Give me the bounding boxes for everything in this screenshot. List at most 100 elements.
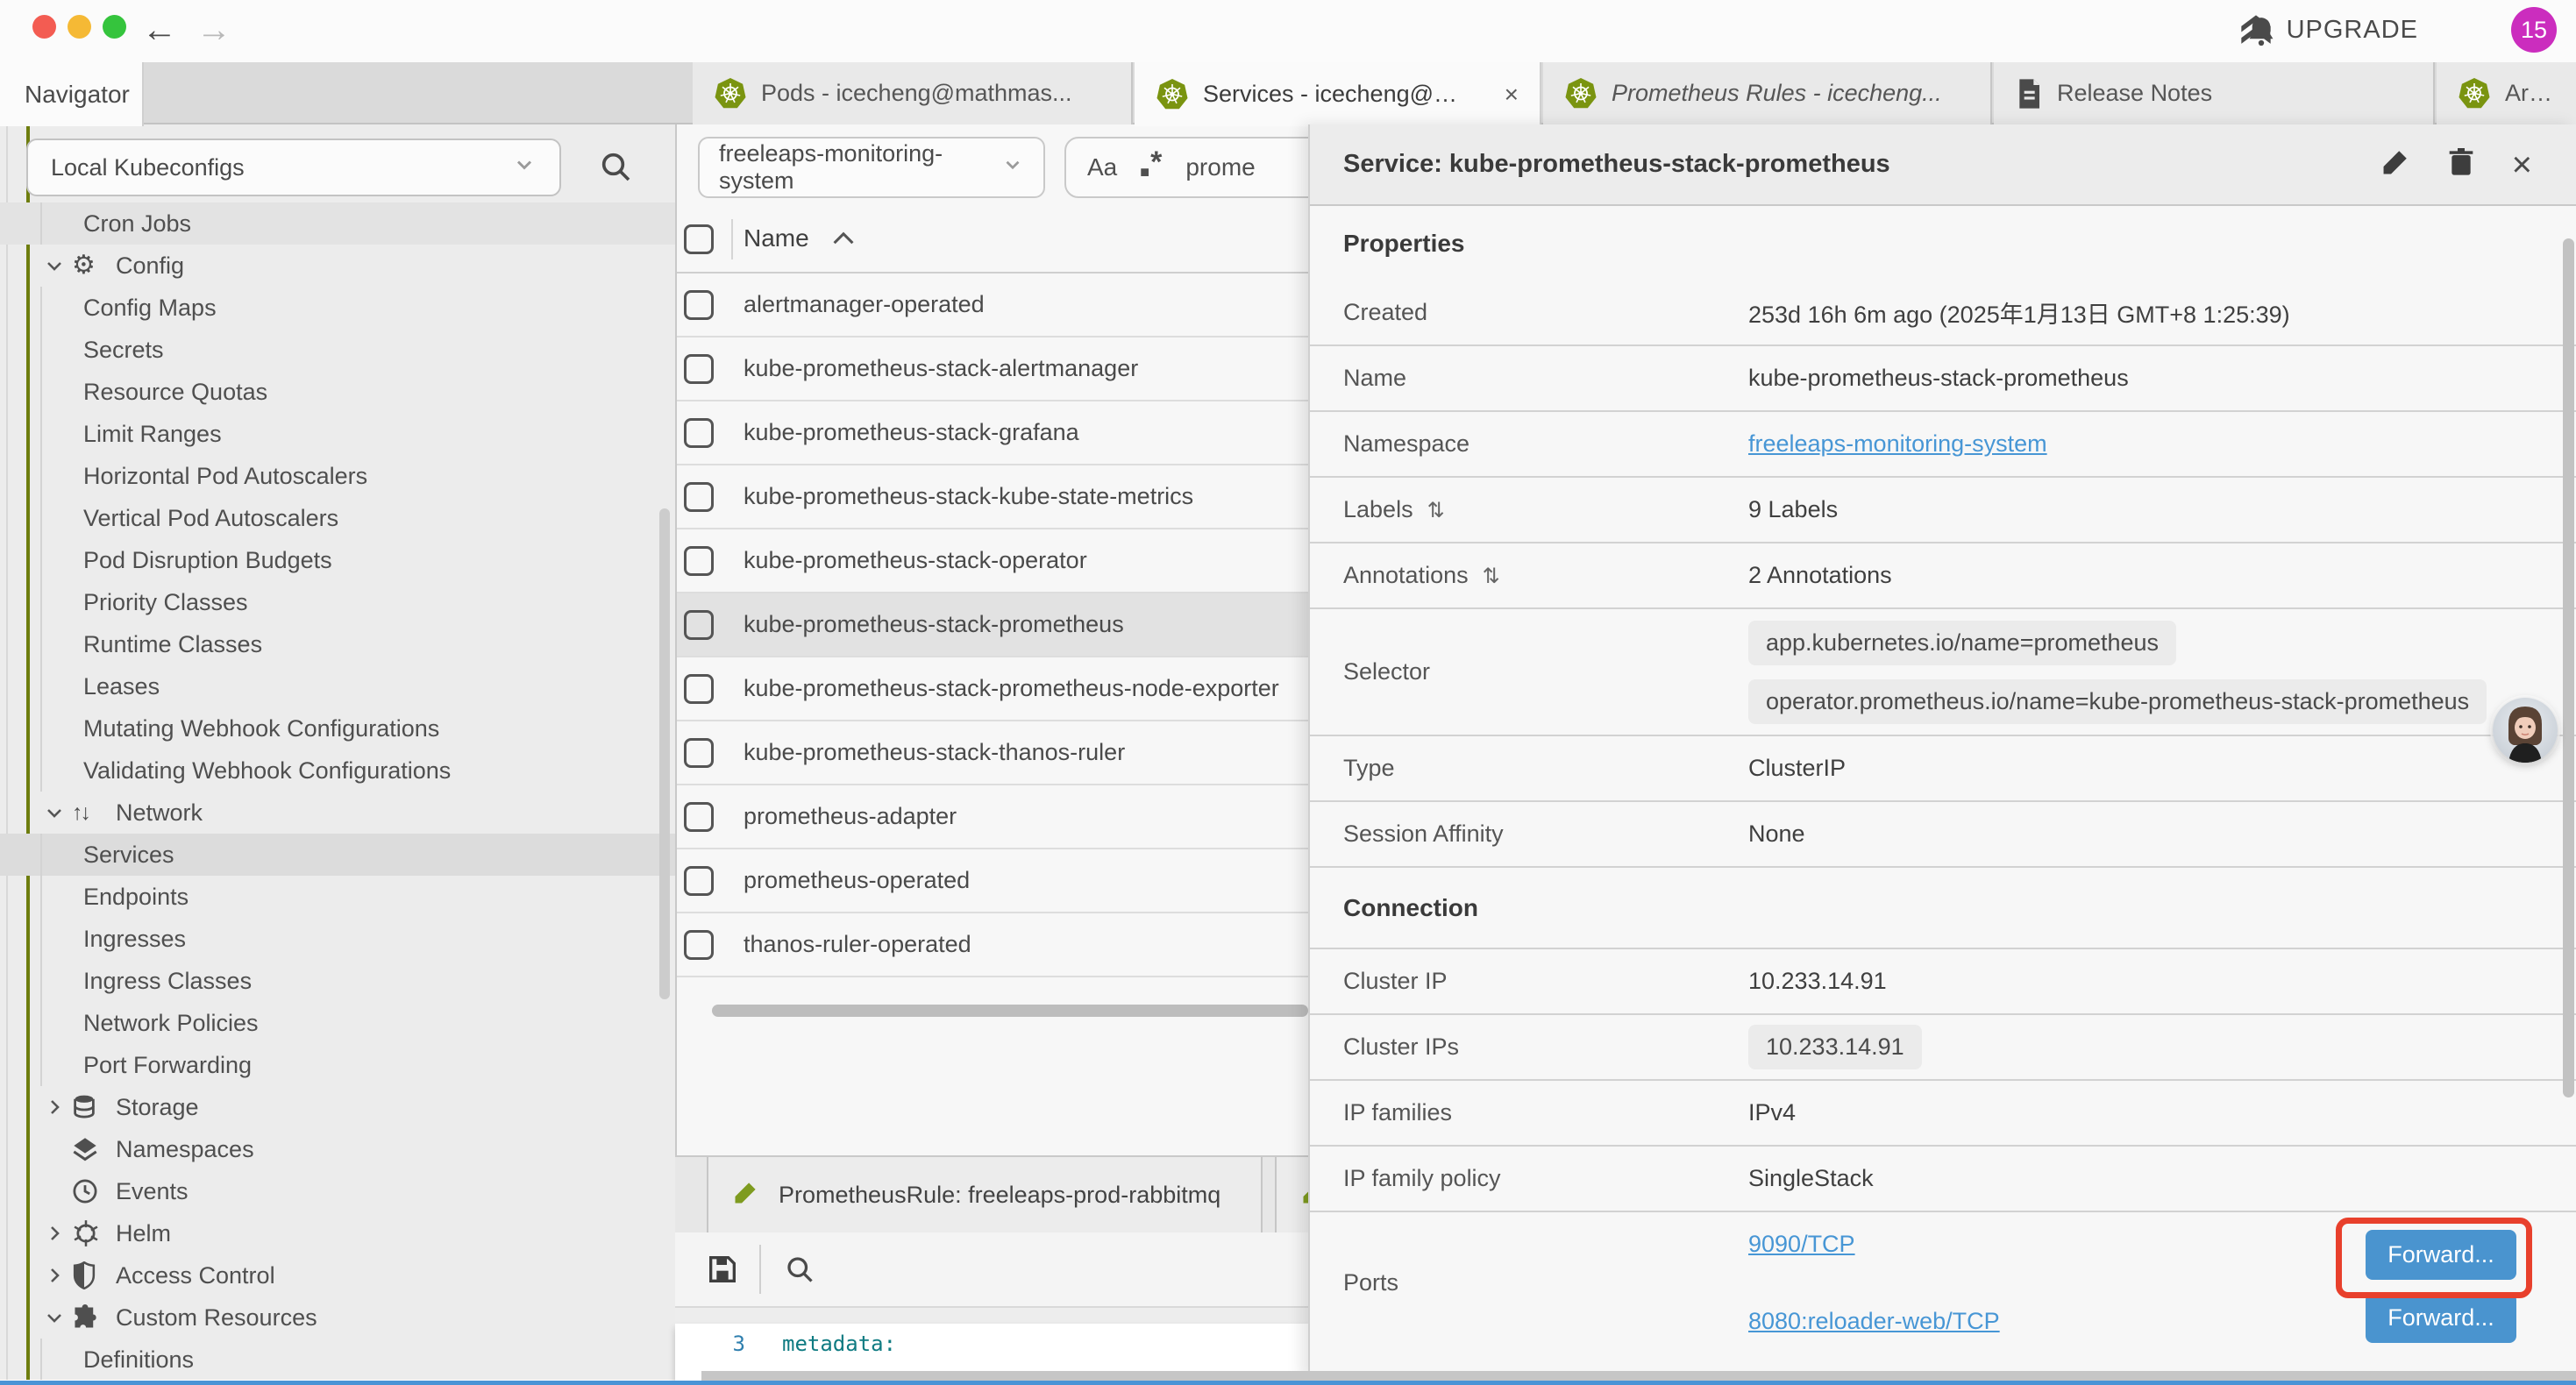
details-value-text: 2 Annotations [1748, 562, 1892, 589]
sidebar-item-label: Storage [116, 1094, 199, 1121]
traffic-light-zoom[interactable] [103, 15, 126, 39]
name-column-header[interactable]: Name [744, 224, 855, 252]
regex-toggle[interactable]: ■* [1140, 151, 1163, 185]
row-checkbox[interactable] [684, 290, 714, 320]
kubeconfig-selector[interactable]: Local Kubeconfigs [26, 138, 561, 196]
sidebar-item-vertical-pod-autoscalers[interactable]: Vertical Pod Autoscalers [0, 497, 675, 539]
navigator-pane-tab[interactable]: Navigator [0, 62, 144, 126]
sidebar-item-cron-jobs[interactable]: Cron Jobs [0, 202, 675, 245]
details-label: Cluster IP [1310, 949, 1748, 1013]
sidebar-item-runtime-classes[interactable]: Runtime Classes [0, 623, 675, 665]
namespace-link[interactable]: freeleaps-monitoring-system [1748, 430, 2047, 458]
details-value: freeleaps-monitoring-system [1748, 412, 2576, 476]
chevron-down-icon [512, 153, 537, 183]
kubernetes-icon [714, 77, 747, 110]
sidebar-item-label: Horizontal Pod Autoscalers [83, 463, 367, 490]
details-label-text: Session Affinity [1343, 820, 1504, 848]
sidebar-item-config[interactable]: ⚙Config [0, 245, 675, 287]
edit-pencil-icon[interactable] [2380, 147, 2410, 181]
sidebar-item-validating-webhook-configurations[interactable]: Validating Webhook Configurations [0, 749, 675, 792]
sidebar-item-ingress-classes[interactable]: Ingress Classes [0, 960, 675, 1002]
table-horizontal-scrollbar[interactable] [712, 1005, 1308, 1017]
row-checkbox[interactable] [684, 482, 714, 512]
tab-argo-se[interactable]: Argo Se [2437, 62, 2576, 124]
details-label: IP family policy [1310, 1147, 1748, 1211]
sidebar-item-endpoints[interactable]: Endpoints [0, 876, 675, 918]
sidebar-item-resource-quotas[interactable]: Resource Quotas [0, 371, 675, 413]
sidebar-item-limit-ranges[interactable]: Limit Ranges [0, 413, 675, 455]
avatar[interactable] [2493, 698, 2558, 763]
row-checkbox[interactable] [684, 674, 714, 704]
kubeconfig-row: Local Kubeconfigs [0, 124, 675, 203]
upgrade-button[interactable]: UPGRADE [2238, 12, 2418, 47]
sidebar-item-label: Ingress Classes [83, 968, 252, 995]
tab-release-notes[interactable]: Release Notes [1994, 62, 2435, 124]
details-label-text: Name [1343, 365, 1406, 392]
row-checkbox[interactable] [684, 866, 714, 896]
sidebar-item-secrets[interactable]: Secrets [0, 329, 675, 371]
sort-toggle-icon[interactable]: ⇅ [1427, 496, 1445, 523]
bottom-scrollbar[interactable] [701, 1371, 2576, 1381]
sidebar-item-definitions[interactable]: Definitions [0, 1339, 675, 1380]
tab-pods-icecheng-mathmas[interactable]: Pods - icecheng@mathmas... [693, 62, 1133, 124]
sort-toggle-icon[interactable]: ⇅ [1483, 562, 1500, 589]
row-checkbox[interactable] [684, 546, 714, 576]
sidebar-item-custom-resources[interactable]: Custom Resources [0, 1296, 675, 1339]
sidebar-item-pod-disruption-budgets[interactable]: Pod Disruption Budgets [0, 539, 675, 581]
dock-tab-prometheusrule[interactable]: PrometheusRule: freeleaps-prod-rabbitmq [707, 1157, 1263, 1232]
chevron-right-icon [44, 1265, 67, 1286]
sidebar-item-mutating-webhook-configurations[interactable]: Mutating Webhook Configurations [0, 707, 675, 749]
match-case-toggle[interactable]: Aa [1087, 153, 1117, 181]
tab-label: Services - icecheng@math... [1203, 81, 1475, 108]
row-checkbox[interactable] [684, 418, 714, 448]
sidebar-item-events[interactable]: Events [0, 1170, 675, 1212]
sidebar-item-network[interactable]: ↑↓Network [0, 792, 675, 834]
details-row-cluster-ips: Cluster IPs10.233.14.91 [1310, 1015, 2576, 1081]
sidebar-item-ingresses[interactable]: Ingresses [0, 918, 675, 960]
account-badge[interactable]: 15 [2511, 7, 2557, 53]
row-checkbox[interactable] [684, 738, 714, 768]
back-arrow-icon[interactable]: ← [142, 11, 177, 49]
sidebar-item-leases[interactable]: Leases [0, 665, 675, 707]
delete-trash-icon[interactable] [2447, 146, 2475, 182]
sidebar-item-services[interactable]: Services [0, 834, 675, 876]
forward-arrow-icon[interactable]: → [196, 11, 231, 49]
row-checkbox[interactable] [684, 930, 714, 960]
row-checkbox[interactable] [684, 610, 714, 640]
sidebar-item-config-maps[interactable]: Config Maps [0, 287, 675, 329]
sidebar-item-access-control[interactable]: Access Control [0, 1254, 675, 1296]
port-link[interactable]: 9090/TCP [1748, 1231, 1855, 1258]
document-icon [2015, 78, 2043, 110]
search-icon[interactable] [598, 149, 633, 188]
sidebar-item-network-policies[interactable]: Network Policies [0, 1002, 675, 1044]
traffic-light-close[interactable] [32, 15, 56, 39]
clock-icon [72, 1178, 107, 1204]
forward-button[interactable]: Forward... [2366, 1293, 2516, 1343]
save-icon[interactable] [705, 1252, 740, 1291]
sidebar-item-helm[interactable]: Helm [0, 1212, 675, 1254]
select-all-checkbox[interactable] [684, 224, 714, 254]
sidebar-item-label: Pod Disruption Budgets [83, 547, 332, 574]
editor-search-icon[interactable] [784, 1254, 815, 1289]
port-line: 8080:reloader-web/TCP [1748, 1290, 2000, 1353]
close-icon[interactable]: × [1489, 81, 1519, 109]
namespace-selector[interactable]: freeleaps-monitoring-system [698, 137, 1045, 198]
sidebar-item-label: Ingresses [83, 926, 186, 953]
tab-services-icecheng-math[interactable]: Services - icecheng@math... × [1135, 62, 1541, 126]
sidebar-scrollbar[interactable] [659, 508, 670, 999]
row-checkbox[interactable] [684, 354, 714, 384]
sidebar-item-port-forwarding[interactable]: Port Forwarding [0, 1044, 675, 1086]
section-heading-label: Properties [1343, 230, 1465, 258]
port-link[interactable]: 8080:reloader-web/TCP [1748, 1308, 2000, 1335]
close-icon[interactable]: × [2512, 150, 2532, 180]
row-checkbox[interactable] [684, 802, 714, 832]
tab-label: Pods - icecheng@mathmas... [761, 80, 1072, 107]
tab-prometheus-rules-icecheng[interactable]: Prometheus Rules - icecheng... [1543, 62, 1992, 124]
sidebar-item-storage[interactable]: Storage [0, 1086, 675, 1128]
sidebar-item-priority-classes[interactable]: Priority Classes [0, 581, 675, 623]
sidebar-item-horizontal-pod-autoscalers[interactable]: Horizontal Pod Autoscalers [0, 455, 675, 497]
sidebar-item-namespaces[interactable]: Namespaces [0, 1128, 675, 1170]
details-label: Annotations⇅ [1310, 543, 1748, 607]
details-scrollbar[interactable] [2563, 238, 2574, 1097]
traffic-light-minimize[interactable] [68, 15, 91, 39]
